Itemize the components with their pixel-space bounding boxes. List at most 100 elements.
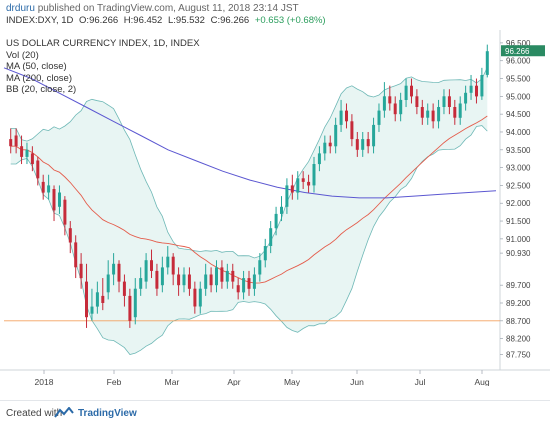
candle-body — [334, 124, 338, 147]
candle-body — [296, 178, 300, 193]
candle-body — [112, 263, 116, 275]
change-value: +0.653 (+0.68%) — [254, 15, 326, 26]
candle-body — [25, 149, 29, 157]
x-tick-label: May — [284, 377, 301, 386]
current-price-label: 96.266 — [505, 47, 530, 56]
candle-body — [58, 192, 61, 207]
y-tick-label: 89.700 — [506, 281, 531, 290]
x-tick-label: Jul — [415, 377, 426, 386]
candle-body — [106, 274, 110, 293]
x-tick-label: Aug — [474, 377, 489, 386]
y-tick-label: 94.500 — [506, 110, 531, 119]
candle-body — [9, 139, 13, 147]
candle-body — [139, 278, 143, 289]
candle-body — [144, 260, 148, 282]
indicator-legend: US DOLLAR CURRENCY INDEX, 1D, INDEX Vol … — [6, 38, 200, 96]
candle-body — [14, 135, 18, 147]
candle-body — [30, 153, 34, 165]
candle-body — [215, 267, 218, 286]
y-tick-label: 91.000 — [506, 235, 531, 244]
y-tick-label: 92.000 — [506, 199, 531, 208]
candle-body — [63, 199, 67, 225]
candle-body — [415, 96, 419, 107]
candle-body — [204, 274, 208, 289]
candle-body — [328, 142, 332, 147]
candle-body — [187, 274, 191, 289]
y-tick-label: 90.930 — [506, 249, 531, 258]
y-tick-label: 87.750 — [506, 351, 531, 360]
bollinger-fill — [10, 67, 488, 355]
legend-ma200: MA (200, close) — [6, 72, 72, 84]
candle-body — [437, 107, 441, 122]
candle-body — [74, 242, 78, 268]
open-value: O:96.266 — [79, 15, 119, 26]
candle-body — [171, 256, 175, 275]
candle-body — [41, 181, 45, 193]
x-tick-label: Feb — [107, 377, 122, 386]
candle-body — [399, 99, 403, 115]
tradingview-logo-icon[interactable] — [54, 406, 74, 422]
low-value: L:95.532 — [167, 15, 205, 26]
candle-body — [182, 274, 186, 286]
candle-body — [280, 206, 283, 214]
y-tick-label: 88.200 — [506, 335, 531, 344]
legend-title: US DOLLAR CURRENCY INDEX, 1D, INDEX — [6, 38, 200, 49]
x-tick-label: 2018 — [35, 377, 54, 386]
candle-body — [95, 292, 99, 307]
candle-body — [252, 274, 256, 289]
y-tick-label: 93.500 — [506, 146, 531, 155]
candle-body — [258, 260, 262, 275]
candle-body — [193, 288, 197, 307]
candle-body — [269, 228, 273, 246]
candle-body — [263, 246, 267, 261]
candle-body — [150, 260, 153, 271]
candle-body — [431, 110, 435, 122]
candle-body — [323, 142, 327, 154]
candle-body — [350, 121, 354, 140]
candle-body — [166, 256, 170, 268]
candle-body — [117, 263, 121, 282]
x-tick-label: Mar — [165, 377, 180, 386]
candle-body — [475, 85, 478, 97]
candle-body — [198, 288, 202, 307]
candle-body — [236, 285, 240, 293]
candle-body — [128, 295, 132, 321]
candle-body — [345, 110, 348, 122]
ohlc-line: INDEX:DXY, 1D O:96.266 H:96.452 L:95.532… — [6, 15, 329, 26]
candle-body — [85, 281, 88, 318]
candle-body — [47, 185, 51, 193]
candle-body — [20, 146, 24, 157]
y-tick-label: 95.000 — [506, 92, 531, 101]
candle-body — [464, 92, 468, 104]
legend-bb: BB (20, close, 2) — [6, 84, 77, 95]
candle-body — [231, 270, 235, 282]
candle-body — [366, 139, 370, 147]
candle-body — [426, 110, 430, 118]
legend-ma50: MA (50, close) — [6, 61, 67, 72]
candle-body — [420, 107, 424, 118]
legend-vol: Vol (20) — [6, 49, 39, 61]
author-link[interactable]: drduru — [6, 3, 35, 14]
x-tick-label: Jun — [350, 377, 364, 386]
candle-body — [485, 51, 489, 75]
candle-body — [442, 96, 446, 107]
candle-body — [480, 75, 484, 97]
y-tick-label: 93.000 — [506, 164, 531, 173]
candle-body — [382, 96, 386, 111]
candle-body — [410, 85, 413, 97]
candle-body — [447, 96, 451, 107]
candle-body — [90, 306, 94, 314]
footer-bar: Created with TradingView — [0, 400, 550, 426]
y-tick-label: 95.500 — [506, 75, 531, 84]
tradingview-brand[interactable]: TradingView — [78, 408, 137, 419]
candle-body — [355, 139, 359, 150]
candle-body — [339, 110, 343, 125]
candle-body — [133, 288, 137, 318]
candle-body — [274, 213, 278, 229]
candle-body — [36, 160, 40, 179]
candle-body — [101, 295, 105, 303]
candle-body — [52, 189, 56, 211]
candle-body — [388, 96, 392, 104]
candle-body — [242, 278, 246, 293]
candle-body — [317, 153, 321, 165]
